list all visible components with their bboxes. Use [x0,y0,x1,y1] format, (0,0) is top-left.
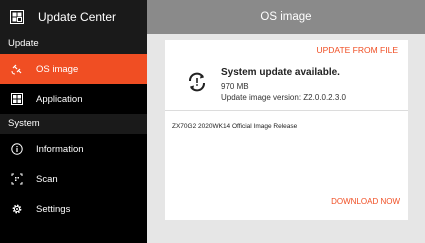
sidebar-item-label: Settings [36,203,71,215]
release-name: ZX70G2 2020WK14 Official Image Release [172,123,298,130]
sidebar-item-label: Information [36,143,84,155]
sidebar-item-application[interactable]: Application [0,84,147,114]
sidebar-item-os-image[interactable]: OS image [0,54,147,84]
app-title: Update Center [38,10,117,24]
section-system: System [0,114,147,134]
sidebar: Update Center Update OS image Applicatio… [0,0,147,243]
gear-icon [12,204,22,214]
apps-grid-icon [11,93,23,105]
sidebar-item-label: OS image [36,63,79,75]
update-version: Update image version: Z2.0.0.2.3.0 [221,93,346,102]
sidebar-header: Update Center [0,0,147,34]
sidebar-item-information[interactable]: Information [0,134,147,164]
update-status-title: System update available. [221,67,340,78]
update-card: UPDATE FROM FILE System update available… [165,40,408,220]
sidebar-item-label: Scan [36,173,58,185]
update-from-file-button[interactable]: UPDATE FROM FILE [316,45,398,55]
info-icon [11,143,23,155]
section-update: Update [0,34,147,54]
sidebar-item-scan[interactable]: Scan [0,164,147,194]
scan-icon [11,173,23,185]
page-title: OS image [260,11,312,23]
download-now-button[interactable]: DOWNLOAD NOW [331,197,400,206]
update-center-app-icon [10,10,24,24]
divider [165,110,408,111]
sidebar-item-label: Application [36,93,83,105]
page-title-bar: OS image [147,0,425,34]
sidebar-item-settings[interactable]: Settings [0,194,147,224]
update-size: 970 MB [221,82,249,91]
satellite-icon [11,64,22,75]
sync-icon [189,72,205,92]
